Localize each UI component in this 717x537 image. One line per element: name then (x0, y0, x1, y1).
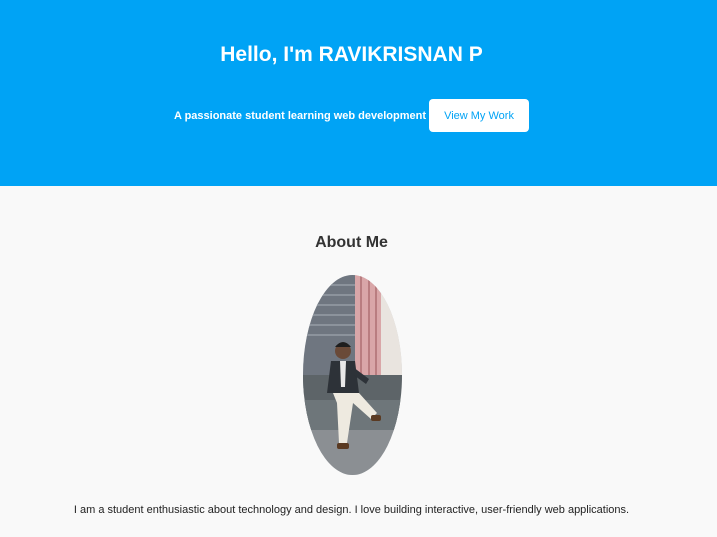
profile-photo (303, 275, 402, 475)
view-my-work-button[interactable]: View My Work (429, 99, 530, 132)
about-section: About Me I am a student enthusiastic abo… (0, 186, 717, 537)
hero-row: A passionate student learning web develo… (0, 99, 703, 132)
about-description: I am a student enthusiastic about techno… (73, 504, 630, 516)
about-heading: About Me (315, 234, 388, 251)
profile-photo-image (303, 275, 402, 475)
hero-title: Hello, I'm RAVIKRISNAN P (220, 43, 483, 66)
hero-tagline: A passionate student learning web develo… (173, 109, 427, 122)
hero-section: Hello, I'm RAVIKRISNAN P A passionate st… (0, 0, 717, 186)
